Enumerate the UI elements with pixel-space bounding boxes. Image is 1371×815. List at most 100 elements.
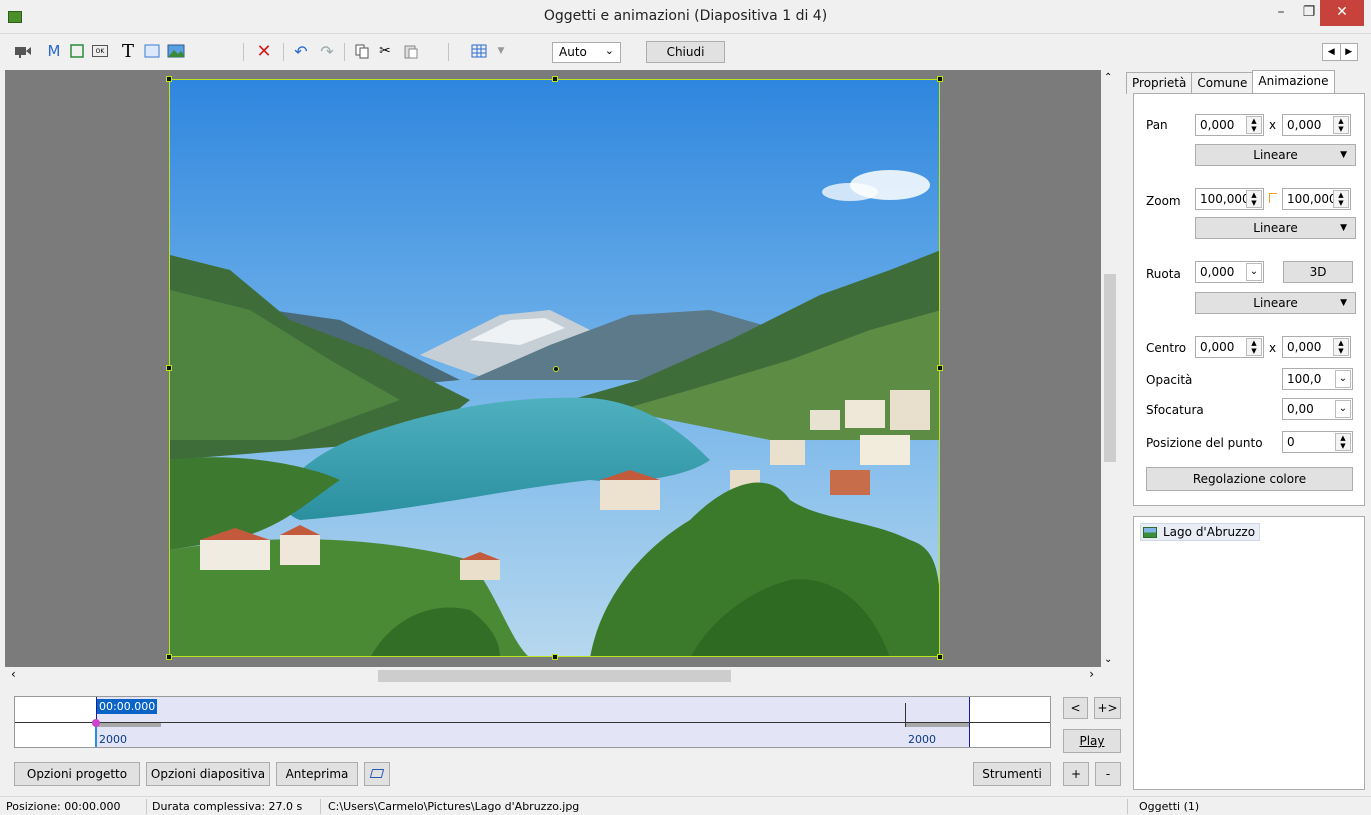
rotate-easing-value: Lineare (1253, 296, 1298, 310)
zoom-easing-select[interactable]: Lineare ▼ (1195, 217, 1356, 239)
button-icon[interactable]: OK (92, 45, 108, 57)
resize-handle[interactable] (937, 365, 943, 371)
dropdown-arrow-icon: ▼ (1340, 223, 1347, 233)
scroll-up-icon[interactable]: ⌃ (1104, 72, 1112, 83)
spinner-icon[interactable]: ▲ ▼ (1333, 190, 1349, 208)
image-icon[interactable] (167, 42, 185, 60)
resize-handle[interactable] (166, 654, 172, 660)
center-y-input[interactable]: 0,000 ▲ ▼ (1282, 336, 1351, 358)
pan-y-input[interactable]: 0,000 ▲ ▼ (1282, 114, 1351, 136)
opacity-label: Opacità (1146, 373, 1193, 387)
frame-icon[interactable] (68, 42, 86, 60)
arrow-right-icon[interactable]: ▶ (1339, 44, 1358, 60)
redo-icon[interactable]: ↷ (318, 42, 336, 61)
3d-button[interactable]: 3D (1283, 261, 1353, 283)
spinner-icon[interactable]: ▲ ▼ (1335, 433, 1351, 451)
play-button[interactable]: Play (1063, 729, 1121, 753)
spinner-icon[interactable]: ▲ ▼ (1333, 116, 1349, 134)
tab-common[interactable]: Comune (1191, 72, 1254, 94)
scroll-down-icon[interactable]: ⌄ (1104, 654, 1112, 665)
window-title: Oggetti e animazioni (Diapositiva 1 di 4… (543, 8, 828, 24)
resize-handle[interactable] (937, 654, 943, 660)
blur-input[interactable]: 0,00 ⌄ (1282, 398, 1353, 420)
spinner-icon[interactable]: ▲ ▼ (1246, 116, 1262, 134)
timeline-cursor[interactable] (95, 725, 97, 747)
copy-icon[interactable] (353, 42, 371, 60)
transition-bar (97, 723, 161, 727)
arrow-left-icon[interactable]: ◀ (1323, 44, 1340, 60)
scroll-right-icon[interactable]: › (1089, 667, 1094, 681)
chevron-down-icon[interactable]: ⌄ (1335, 370, 1351, 388)
opacity-input[interactable]: 100,0 ⌄ (1282, 368, 1353, 390)
scroll-thumb[interactable] (378, 670, 731, 682)
status-file-path: C:\Users\Carmelo\Pictures\Lago d'Abruzzo… (328, 800, 580, 813)
keyframe-marker[interactable] (92, 719, 100, 727)
delete-icon[interactable]: ✕ (255, 41, 273, 62)
mask-icon[interactable]: M (45, 42, 63, 60)
pan-x-input[interactable]: 0,000 ▲ ▼ (1195, 114, 1264, 136)
center-x-value: 0,000 (1200, 340, 1235, 354)
panel-nav-arrows[interactable]: ◀ ▶ (1322, 43, 1358, 61)
timeline-current-time: 00:00.000 (97, 699, 158, 714)
spinner-icon[interactable]: ▲ ▼ (1246, 338, 1262, 356)
color-adjust-button[interactable]: Regolazione colore (1146, 467, 1353, 491)
close-window-button[interactable]: ✕ (1320, 0, 1364, 26)
tab-animation[interactable]: Animazione (1252, 70, 1335, 93)
spinner-icon[interactable]: ▲ ▼ (1333, 338, 1349, 356)
timeline-end-marker[interactable] (905, 703, 906, 727)
tools-button[interactable]: Strumenti (973, 762, 1051, 786)
objects-list: Lago d'Abruzzo (1133, 516, 1365, 790)
center-label: Centro (1146, 341, 1187, 355)
camera-icon[interactable] (14, 42, 32, 60)
rotate-easing-select[interactable]: Lineare ▼ (1195, 292, 1356, 314)
paste-icon[interactable] (402, 42, 420, 60)
horizontal-scrollbar[interactable]: ‹ › (5, 667, 1102, 684)
close-button[interactable]: Chiudi (646, 41, 725, 63)
zoom-y-input[interactable]: 100,000 ▲ ▼ (1282, 188, 1351, 210)
grid-dropdown-icon[interactable]: ▼ (492, 42, 510, 60)
undo-icon[interactable]: ↶ (292, 42, 310, 61)
pan-y-value: 0,000 (1287, 118, 1322, 132)
center-point-handle[interactable] (553, 366, 559, 372)
zoom-x-value: 100,000 (1200, 192, 1250, 206)
fullscreen-preview-button[interactable] (364, 762, 390, 786)
chevron-down-icon[interactable]: ⌄ (1335, 400, 1351, 418)
pan-easing-select[interactable]: Lineare ▼ (1195, 144, 1356, 166)
text-icon[interactable]: T (119, 41, 137, 62)
properties-tabs: Proprietà Comune Animazione (1126, 70, 1335, 94)
center-x-input[interactable]: 0,000 ▲ ▼ (1195, 336, 1264, 358)
timeline-end-label: 2000 (908, 733, 936, 746)
pan-easing-value: Lineare (1253, 148, 1298, 162)
spinner-icon[interactable]: ▲ ▼ (1246, 190, 1262, 208)
project-options-button[interactable]: Opzioni progetto (14, 762, 140, 786)
resize-handle[interactable] (166, 365, 172, 371)
zoom-x-input[interactable]: 100,000 ▲ ▼ (1195, 188, 1264, 210)
tab-properties[interactable]: Proprietà (1126, 72, 1193, 94)
timeline-start-label: 2000 (99, 733, 127, 746)
timeline[interactable]: 00:00.000 2000 2000 (14, 696, 1051, 748)
resize-handle[interactable] (166, 76, 172, 82)
dropdown-arrow-icon: ▼ (1340, 298, 1347, 308)
point-position-input[interactable]: 0 ▲ ▼ (1282, 431, 1353, 453)
chevron-down-icon[interactable]: ⌄ (1246, 263, 1262, 281)
remove-keyframe-button[interactable]: - (1095, 762, 1121, 786)
scroll-thumb[interactable] (1104, 274, 1116, 462)
zoom-select[interactable]: Auto ⌄ (552, 42, 621, 63)
add-keyframe-button[interactable]: + (1063, 762, 1089, 786)
list-item[interactable]: Lago d'Abruzzo (1140, 523, 1261, 541)
resize-handle[interactable] (937, 76, 943, 82)
grid-icon[interactable] (470, 42, 488, 60)
slide-options-button[interactable]: Opzioni diapositiva (146, 762, 270, 786)
blur-value: 0,00 (1287, 402, 1314, 416)
scroll-left-icon[interactable]: ‹ (11, 667, 16, 681)
link-ratio-icon[interactable] (1269, 193, 1277, 203)
resize-handle[interactable] (552, 76, 558, 82)
rectangle-icon[interactable] (143, 42, 161, 60)
preview-button[interactable]: Anteprima (276, 762, 358, 786)
expand-button[interactable]: +> (1094, 697, 1121, 719)
vertical-scrollbar[interactable]: ⌃ ⌄ (1101, 70, 1118, 667)
prev-button[interactable]: < (1063, 697, 1088, 719)
resize-handle[interactable] (552, 654, 558, 660)
rotate-input[interactable]: 0,000 ⌄ (1195, 261, 1264, 283)
cut-icon[interactable]: ✂ (376, 42, 394, 60)
